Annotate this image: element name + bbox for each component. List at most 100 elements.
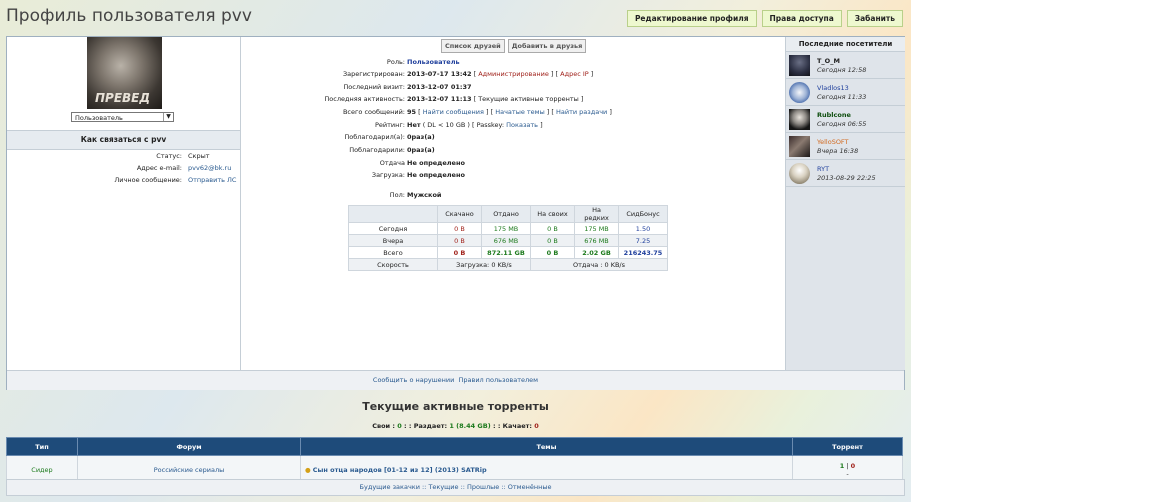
friends-list-button[interactable]: Список друзей (441, 39, 505, 53)
ip-address-link[interactable]: Адрес IP (560, 70, 589, 78)
rating-row: Рейтинг: Нет ( DL < 10 GB ) [ Passkey: П… (241, 121, 784, 133)
status-label: Статус: (156, 152, 182, 160)
stats-row-speed: Скорость Загрузка: 0 KB/s Отдача : 0 KB/… (348, 258, 668, 271)
ban-button[interactable]: Забанить (846, 10, 903, 27)
stats-header-row: Скачано Отдано На своих На редких СидБон… (348, 205, 668, 223)
user-rules-link[interactable]: Правил пользователем (459, 376, 539, 384)
stats-table: Скачано Отдано На своих На редких СидБон… (348, 205, 668, 271)
thanked-by-label: Поблагодарили: (349, 146, 405, 154)
registered-row: Зарегистрирован: 2013-07-17 13:42 [ Адми… (241, 70, 784, 82)
show-passkey-link[interactable]: Показать (506, 121, 538, 129)
visitor-time: Вчера 16:38 (817, 147, 859, 155)
rating-note: ( DL < 10 GB ) [ Passkey: (422, 121, 505, 129)
find-releases-link[interactable]: Найти раздачи (556, 108, 607, 116)
posts-label: Всего сообщений: (342, 108, 405, 116)
leechers-count: 0 (850, 462, 856, 470)
stats-header: На редких (574, 205, 619, 223)
status-value: Скрыт (188, 152, 210, 160)
contact-pm-row: Личное сообщение: Отправить ЛС (7, 176, 240, 186)
seeding-label: : : Раздает: (404, 422, 448, 430)
last-visit-value: 2013-12-07 01:37 (407, 83, 472, 91)
visitor-item[interactable]: RYT 2013-08-29 22:25 (786, 160, 905, 187)
stats-row-yesterday: Вчера 0 B 676 MB 0 B 676 MB 7.25 (348, 234, 668, 247)
thanked-row: Поблагодарил(а): 0раз(а) (241, 133, 784, 145)
column-header: Тип (6, 437, 78, 456)
visitor-item[interactable]: T_O_M Сегодня 12:58 (786, 52, 905, 79)
role-select-value: Пользователь (75, 114, 123, 122)
speed-upload: Отдача : 0 KB/s (530, 258, 668, 271)
stats-cell: Всего (348, 246, 438, 259)
stats-header: На своих (530, 205, 575, 223)
visitor-time: Сегодня 12:58 (817, 66, 867, 74)
access-rights-button[interactable]: Права доступа (761, 10, 842, 27)
stats-cell: 216243.75 (618, 246, 668, 259)
role-label: Роль: (386, 58, 405, 66)
contact-header: Как связаться с pvv (7, 130, 240, 150)
torrents-header-row: Тип Форум Темы Торрент (6, 437, 903, 456)
avatar-caption: ПРЕВЕД (95, 91, 151, 105)
visitor-name[interactable]: Vladlos13 (817, 84, 849, 92)
report-violation-link[interactable]: Сообщить о нарушении (373, 376, 454, 384)
visitor-name[interactable]: T_O_M (817, 57, 840, 65)
active-torrents-title: Текущие активные торренты (362, 400, 549, 413)
stats-cell: 0 B (530, 246, 575, 259)
recent-visitors: Последние посетители T_O_M Сегодня 12:58… (785, 37, 905, 370)
registered-label: Зарегистрирован: (343, 70, 405, 78)
size-placeholder: - (846, 470, 849, 478)
stats-cell: 872.11 GB (481, 246, 531, 259)
admin-link[interactable]: Администрирование (478, 70, 549, 78)
stats-cell: 1.50 (618, 222, 668, 235)
contact-email-row: Адрес e-mail: pvv62@bk.ru (7, 164, 240, 174)
avatar: ПРЕВЕД (87, 37, 162, 109)
registered-value: 2013-07-17 13:42 (407, 70, 472, 78)
top-actions: Редактирование профиля Права доступа Заб… (626, 10, 903, 27)
upload-label: Отдача (379, 159, 405, 167)
stats-header: Скачано (437, 205, 482, 223)
stats-row-total: Всего 0 B 872.11 GB 0 B 2.02 GB 216243.7… (348, 246, 668, 259)
email-label: Адрес e-mail: (136, 164, 182, 172)
last-activity-group: 2013-12-07 11:13 [ Текущие активные торр… (407, 95, 584, 103)
stats-cell: 0 B (530, 222, 575, 235)
download-history-links[interactable]: Будущие закачки :: Текущие :: Прошлые ::… (6, 479, 905, 496)
send-pm-link[interactable]: Отправить ЛС (188, 176, 236, 184)
leeching-value: 0 (534, 422, 539, 430)
find-posts-link[interactable]: Найти сообщения (423, 108, 484, 116)
visitor-item[interactable]: Vladlos13 Сегодня 11:33 (786, 79, 905, 106)
role-select[interactable]: Пользователь ▼ (71, 112, 174, 122)
visitor-item[interactable]: Rublcone Сегодня 06:55 (786, 106, 905, 133)
active-torrents-link[interactable]: Текущие активные торренты (478, 95, 579, 103)
posts-group: 95 [ Найти сообщения ] [ Начатые темы ] … (407, 108, 612, 116)
stats-header: СидБонус (618, 205, 668, 223)
started-topics-link[interactable]: Начатые темы (495, 108, 545, 116)
last-activity-value: 2013-12-07 11:13 (407, 95, 472, 103)
visitor-name[interactable]: RYT (817, 165, 829, 173)
stats-cell: 175 MB (574, 222, 619, 235)
seeders-count: 1 (839, 462, 845, 470)
profile-panel: ПРЕВЕД Пользователь ▼ Как связаться с pv… (6, 36, 905, 390)
leeching-label: : : Качает: (492, 422, 533, 430)
visitor-item[interactable]: YelloSOFT Вчера 16:38 (786, 133, 905, 160)
stats-header: Отдано (481, 205, 531, 223)
rating-group: Нет ( DL < 10 GB ) [ Passkey: Показать ] (407, 121, 543, 129)
add-friend-button[interactable]: Добавить в друзья (507, 39, 587, 53)
stats-cell: 7.25 (618, 234, 668, 247)
rating-value: Нет (407, 121, 421, 129)
email-link[interactable]: pvv62@bk.ru (188, 164, 231, 172)
last-activity-label: Последняя активность: (324, 95, 405, 103)
left-column: ПРЕВЕД Пользователь ▼ Как связаться с pv… (7, 37, 241, 370)
torrents-table: Тип Форум Темы Торрент Сидер Российские … (6, 437, 903, 485)
last-visit-label: Последний визит: (343, 83, 405, 91)
last-activity-row: Последняя активность: 2013-12-07 11:13 [… (241, 95, 784, 107)
middle-column: Список друзей Добавить в друзья Роль: По… (241, 37, 784, 370)
last-visit-row: Последний визит: 2013-12-07 01:37 (241, 83, 784, 95)
thanked-by-value: 0раз(а) (407, 146, 435, 154)
visitor-avatar (789, 136, 810, 157)
stats-cell: Сегодня (348, 222, 438, 235)
visitors-header: Последние посетители (786, 37, 905, 52)
edit-profile-button[interactable]: Редактирование профиля (626, 10, 757, 27)
visitor-name[interactable]: YelloSOFT (817, 138, 849, 146)
pm-label: Личное сообщение: (114, 176, 182, 184)
stats-cell: 0 B (437, 234, 482, 247)
topic-link[interactable]: Сын отца народов [01-12 из 12] (2013) SA… (313, 466, 487, 474)
visitor-name[interactable]: Rublcone (817, 111, 851, 119)
